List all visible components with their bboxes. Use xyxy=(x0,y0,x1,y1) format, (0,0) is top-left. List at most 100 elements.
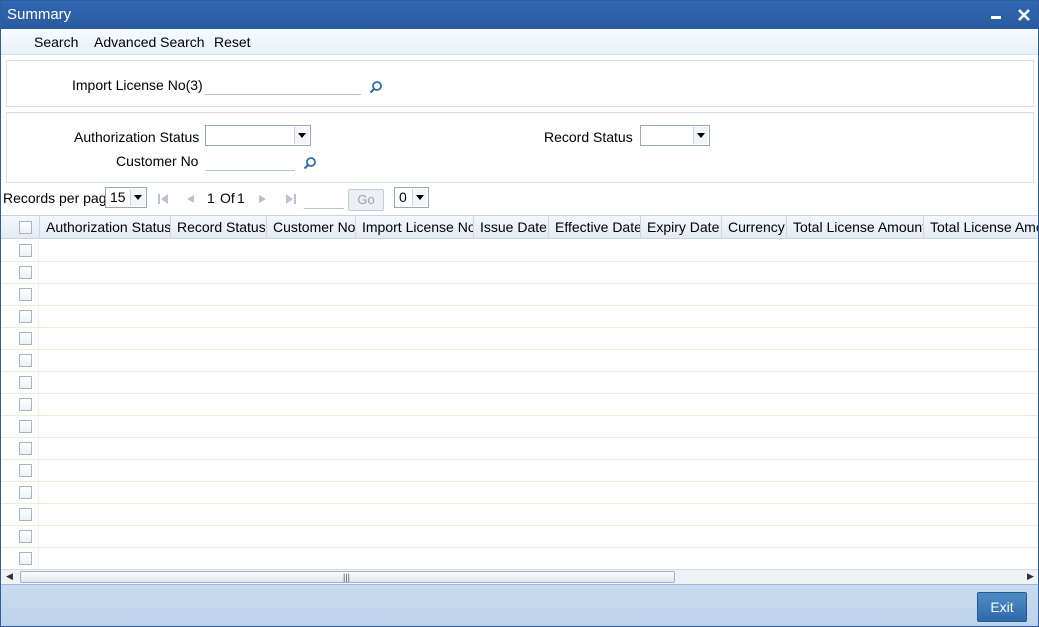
table-row[interactable] xyxy=(1,306,1038,328)
previous-page-icon[interactable] xyxy=(185,193,195,208)
row-checkbox-cell xyxy=(1,438,39,459)
column-header[interactable]: Record Status xyxy=(170,216,266,239)
row-checkbox[interactable] xyxy=(19,552,32,565)
table-row[interactable] xyxy=(1,372,1038,394)
chevron-down-icon xyxy=(294,127,309,144)
table-row[interactable] xyxy=(1,262,1038,284)
scroll-left-icon[interactable]: ◀ xyxy=(6,571,13,582)
table-row[interactable] xyxy=(1,460,1038,482)
row-checkbox[interactable] xyxy=(19,442,32,455)
last-page-icon[interactable] xyxy=(285,193,297,208)
row-checkbox[interactable] xyxy=(19,464,32,477)
row-checkbox-cell xyxy=(1,460,39,481)
table-row[interactable] xyxy=(1,438,1038,460)
import-license-input[interactable] xyxy=(205,77,361,95)
authorization-status-label: Authorization Status xyxy=(74,129,200,145)
column-header[interactable]: Import License No xyxy=(355,216,473,239)
import-license-search-icon[interactable] xyxy=(369,80,383,94)
row-checkbox-cell xyxy=(1,504,39,525)
row-checkbox[interactable] xyxy=(19,508,32,521)
row-checkbox-cell xyxy=(1,262,39,283)
customer-no-search-icon[interactable] xyxy=(303,156,317,170)
row-checkbox[interactable] xyxy=(19,244,32,257)
row-checkbox-cell xyxy=(1,306,39,327)
results-grid: Authorization Status Record Status Custo… xyxy=(1,215,1038,569)
chevron-down-icon xyxy=(693,127,708,144)
row-checkbox[interactable] xyxy=(19,486,32,499)
minimize-icon[interactable] xyxy=(987,6,1005,24)
title-bar: Summary xyxy=(1,1,1038,29)
column-header[interactable]: Expiry Date xyxy=(640,216,721,239)
horizontal-scrollbar[interactable]: ◀ ||| ▶ xyxy=(1,569,1038,584)
close-icon[interactable] xyxy=(1015,6,1033,24)
select-all-checkbox[interactable] xyxy=(19,221,32,234)
table-row[interactable] xyxy=(1,350,1038,372)
scroll-right-icon[interactable]: ▶ xyxy=(1027,571,1034,582)
footer-bar: Exit xyxy=(1,584,1038,626)
exit-button[interactable]: Exit xyxy=(977,592,1027,622)
chevron-down-icon xyxy=(130,189,145,206)
column-header[interactable]: Effective Date xyxy=(548,216,640,239)
row-checkbox[interactable] xyxy=(19,288,32,301)
row-checkbox-cell xyxy=(1,548,39,569)
row-checkbox-cell xyxy=(1,350,39,371)
table-row[interactable] xyxy=(1,482,1038,504)
pagination-bar: Records per page 15 1 Of 1 Go 0 xyxy=(1,184,1038,214)
table-row[interactable] xyxy=(1,284,1038,306)
current-page: 1 xyxy=(207,190,215,206)
customer-no-input[interactable] xyxy=(205,153,295,171)
grid-header: Authorization Status Record Status Custo… xyxy=(1,215,1038,239)
customer-no-label: Customer No xyxy=(116,153,199,169)
record-status-label: Record Status xyxy=(544,129,633,145)
row-checkbox[interactable] xyxy=(19,332,32,345)
grip-icon: ||| xyxy=(343,572,351,582)
go-button[interactable]: Go xyxy=(348,189,384,211)
row-checkbox[interactable] xyxy=(19,266,32,279)
page-select-value: 0 xyxy=(399,189,407,205)
search-menu-item[interactable]: Search xyxy=(34,34,78,50)
table-row[interactable] xyxy=(1,526,1038,548)
row-checkbox[interactable] xyxy=(19,420,32,433)
reset-menu-item[interactable]: Reset xyxy=(214,34,251,50)
column-header[interactable]: Customer No xyxy=(266,216,355,239)
record-status-select[interactable] xyxy=(640,125,710,146)
row-checkbox-cell xyxy=(1,526,39,547)
row-checkbox[interactable] xyxy=(19,530,32,543)
secondary-criteria-panel: Authorization Status Record Status Custo… xyxy=(6,112,1034,183)
column-header[interactable]: Total License Amou xyxy=(923,216,1038,239)
scrollbar-thumb[interactable]: ||| xyxy=(20,571,675,583)
of-label: Of xyxy=(220,190,235,206)
advanced-search-menu-item[interactable]: Advanced Search xyxy=(94,34,205,50)
row-checkbox[interactable] xyxy=(19,398,32,411)
row-checkbox[interactable] xyxy=(19,354,32,367)
table-row[interactable] xyxy=(1,416,1038,438)
row-checkbox-cell xyxy=(1,394,39,415)
row-checkbox-cell xyxy=(1,416,39,437)
row-checkbox-cell xyxy=(1,240,39,261)
row-checkbox-cell xyxy=(1,482,39,503)
column-header[interactable]: Total License Amount xyxy=(786,216,923,239)
window-title: Summary xyxy=(7,6,72,23)
row-checkbox[interactable] xyxy=(19,376,32,389)
records-per-page-select[interactable]: 15 xyxy=(105,187,147,208)
table-row[interactable] xyxy=(1,328,1038,350)
first-page-icon[interactable] xyxy=(157,193,169,208)
row-checkbox-cell xyxy=(1,328,39,349)
table-row[interactable] xyxy=(1,548,1038,569)
column-header[interactable]: Currency xyxy=(721,216,786,239)
next-page-icon[interactable] xyxy=(258,193,268,208)
records-per-page-label: Records per page xyxy=(3,190,115,206)
table-row[interactable] xyxy=(1,394,1038,416)
chevron-down-icon xyxy=(412,189,427,206)
authorization-status-select[interactable] xyxy=(205,125,311,146)
goto-page-input[interactable] xyxy=(304,191,344,209)
column-header[interactable]: Authorization Status xyxy=(39,216,170,239)
import-license-label: Import License No(3) xyxy=(72,77,203,93)
table-row[interactable] xyxy=(1,504,1038,526)
row-checkbox-cell xyxy=(1,372,39,393)
row-checkbox[interactable] xyxy=(19,310,32,323)
page-select[interactable]: 0 xyxy=(394,187,429,208)
summary-window: Summary Search Advanced Search Reset Imp… xyxy=(0,0,1039,627)
table-row[interactable] xyxy=(1,240,1038,262)
column-header[interactable]: Issue Date xyxy=(473,216,548,239)
